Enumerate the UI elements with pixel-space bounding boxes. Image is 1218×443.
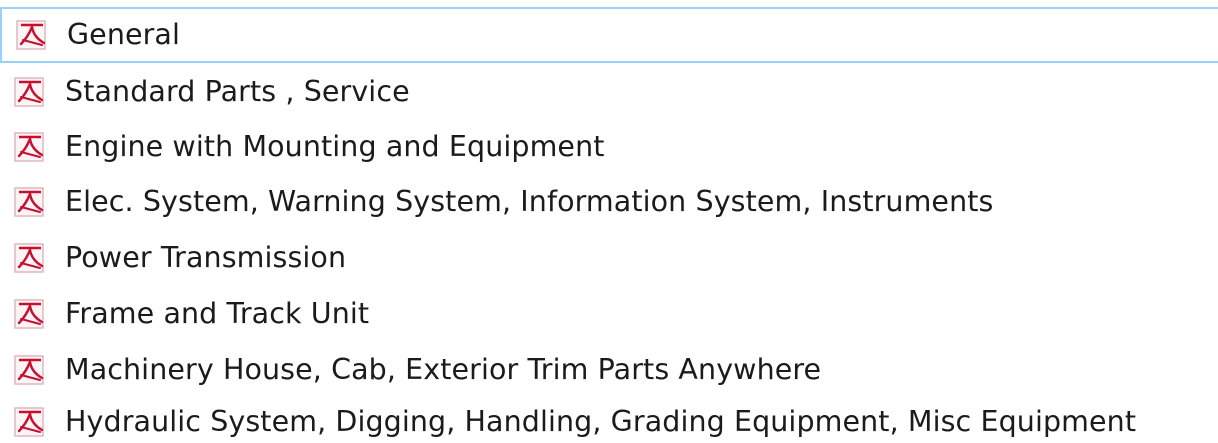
list-item-frame-track[interactable]: Frame and Track Unit (0, 286, 1218, 342)
file-label: Machinery House, Cab, Exterior Trim Part… (65, 353, 822, 386)
list-item-machinery-house[interactable]: Machinery House, Cab, Exterior Trim Part… (0, 342, 1218, 398)
pdf-icon (14, 132, 44, 162)
file-label: Frame and Track Unit (65, 297, 370, 330)
pdf-icon (14, 407, 44, 437)
pdf-icon (14, 77, 44, 107)
pdf-icon (16, 20, 46, 50)
pdf-icon (14, 187, 44, 217)
pdf-icon (14, 299, 44, 329)
list-item-hydraulic-system[interactable]: Hydraulic System, Digging, Handling, Gra… (0, 403, 1218, 443)
list-item-elec-system[interactable]: Elec. System, Warning System, Informatio… (0, 174, 1218, 230)
list-item-standard-parts[interactable]: Standard Parts , Service (0, 64, 1218, 120)
file-label: Hydraulic System, Digging, Handling, Gra… (65, 405, 1137, 438)
file-label: Engine with Mounting and Equipment (65, 130, 605, 163)
list-item-power-transmission[interactable]: Power Transmission (0, 230, 1218, 286)
file-label: Elec. System, Warning System, Informatio… (65, 185, 994, 218)
file-list: General Standard Parts , Service Engine … (0, 0, 1218, 443)
pdf-icon (14, 355, 44, 385)
pdf-icon (14, 243, 44, 273)
file-label: Power Transmission (65, 241, 347, 274)
file-label: Standard Parts , Service (65, 75, 410, 108)
list-item-general[interactable]: General (0, 7, 1218, 63)
file-label: General (67, 18, 181, 51)
list-item-engine[interactable]: Engine with Mounting and Equipment (0, 119, 1218, 175)
